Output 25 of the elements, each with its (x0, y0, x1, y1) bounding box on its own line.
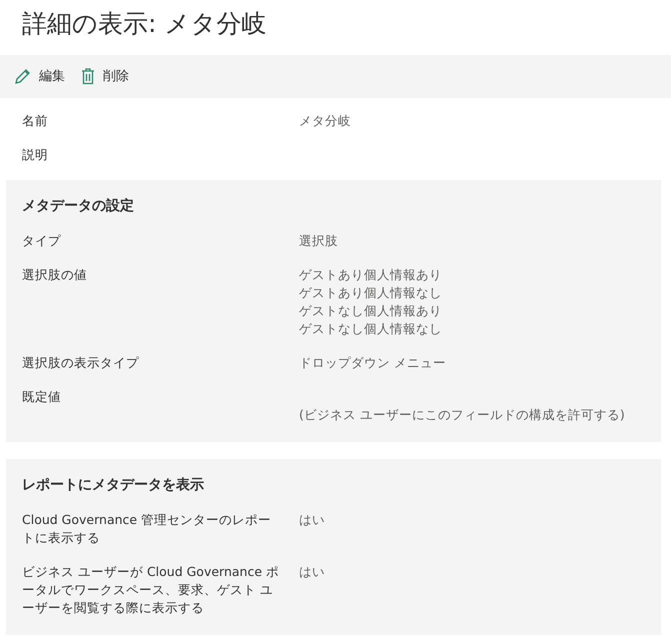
field-label: Cloud Governance 管理センターのレポートに表示する (22, 511, 272, 547)
field-label: タイプ (22, 232, 62, 250)
section-heading: レポートにメタデータを表示 (22, 476, 205, 495)
delete-button[interactable]: 削除 (81, 66, 129, 86)
page-title: 詳細の表示: メタ分岐 (22, 8, 268, 40)
pencil-icon (14, 68, 31, 85)
field-label: 説明 (22, 146, 49, 164)
field-label: 名前 (22, 112, 49, 130)
field-value: メタ分岐 (299, 112, 351, 130)
field-note: (ビジネス ユーザーにこのフィールドの構成を許可する) (299, 406, 625, 424)
section-heading: メタデータの設定 (22, 196, 135, 216)
field-label: 既定値 (22, 388, 62, 406)
field-value: ゲストあり個人情報あり (299, 266, 442, 284)
field-value: ドロップダウン メニュー (299, 354, 446, 372)
field-value: 選択肢 (299, 232, 338, 250)
field-value: ゲストなし個人情報あり (299, 302, 442, 320)
field-value: ゲストあり個人情報なし (299, 284, 442, 302)
trash-icon (81, 68, 95, 85)
edit-button[interactable]: 編集 (14, 66, 65, 86)
field-label: 選択肢の値 (22, 266, 88, 284)
field-value: ゲストなし個人情報なし (299, 320, 442, 338)
field-value: はい (299, 511, 325, 529)
field-label: ビジネス ユーザーが Cloud Governance ポータルでワークスペース、要求、ゲスト ユーザーを閲覧する際に表示する (22, 563, 280, 617)
field-value: はい (299, 563, 325, 581)
field-label: 選択肢の表示タイプ (22, 354, 140, 372)
